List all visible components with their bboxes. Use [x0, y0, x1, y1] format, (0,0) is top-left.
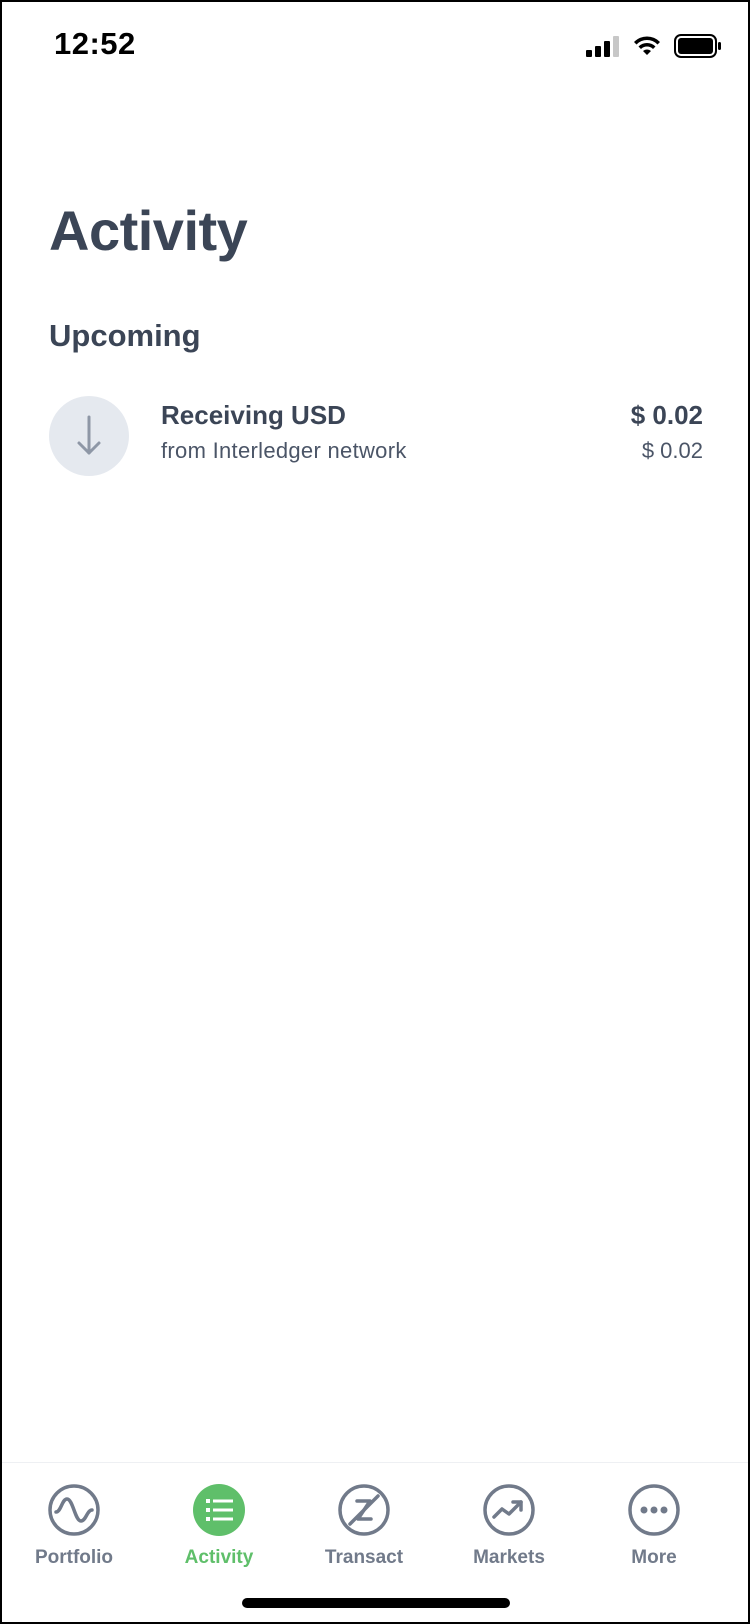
- activity-amount-secondary: $ 0.02: [641, 438, 703, 463]
- status-icons: [586, 34, 722, 58]
- tab-more[interactable]: More: [579, 1463, 729, 1573]
- tab-label: Portfolio: [34, 1547, 114, 1568]
- status-time: 12:52: [54, 26, 136, 61]
- activity-title: Receiving USD: [161, 400, 346, 430]
- tab-label: Markets: [473, 1547, 545, 1568]
- portfolio-wave-icon: [47, 1483, 101, 1537]
- transact-icon: [337, 1483, 391, 1537]
- home-indicator[interactable]: [242, 1598, 510, 1608]
- section-title-upcoming: Upcoming: [49, 318, 201, 353]
- tab-markets[interactable]: Markets: [434, 1463, 584, 1573]
- activity-subtitle: from Interledger network: [161, 438, 407, 463]
- tab-label: Transact: [324, 1547, 404, 1568]
- app-screen: 12:52 Activity Upcoming Receiving USD fr…: [0, 0, 750, 1624]
- page-title: Activity: [49, 199, 248, 262]
- tab-activity[interactable]: Activity: [144, 1463, 294, 1573]
- tab-transact[interactable]: Transact: [289, 1463, 439, 1573]
- markets-trend-icon: [482, 1483, 536, 1537]
- tab-label: More: [631, 1547, 677, 1568]
- transaction-icon-circle: [49, 396, 129, 476]
- activity-amount: $ 0.02: [630, 400, 703, 430]
- activity-list-icon: [192, 1483, 246, 1537]
- tab-label: Activity: [184, 1547, 254, 1568]
- tab-portfolio[interactable]: Portfolio: [2, 1463, 149, 1573]
- status-bar: 12:52: [2, 2, 748, 92]
- arrow-down-icon: [77, 415, 101, 455]
- battery-icon: [674, 34, 721, 58]
- activity-row[interactable]: Receiving USD from Interledger network $…: [49, 396, 703, 478]
- more-dots-icon: [627, 1483, 681, 1537]
- wifi-icon: [634, 36, 660, 55]
- cellular-signal-icon: [586, 36, 619, 57]
